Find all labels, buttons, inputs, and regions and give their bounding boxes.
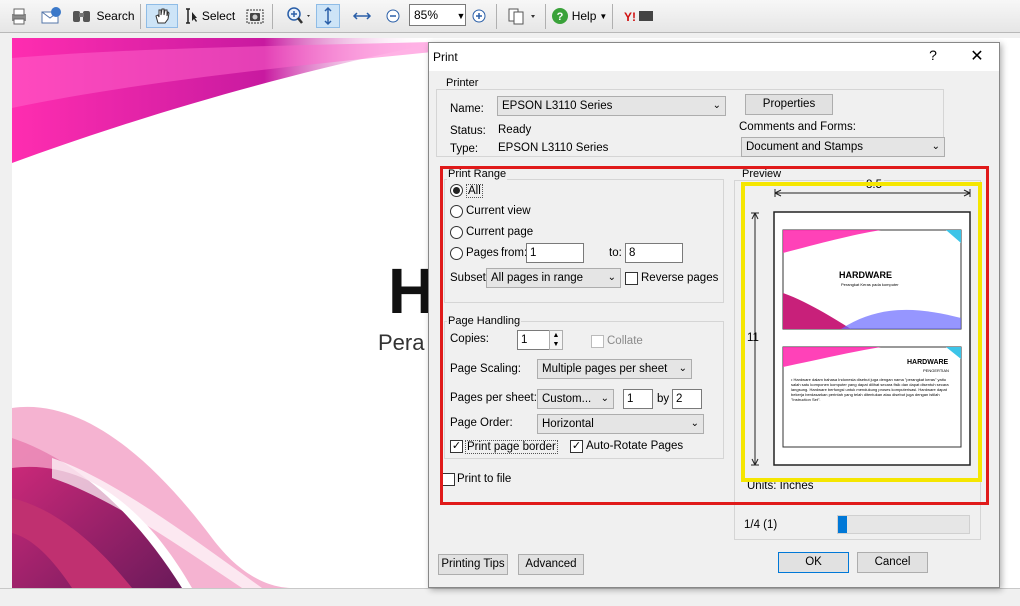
zoom-in-tool-button[interactable]: [282, 4, 316, 28]
main-toolbar: Search Select 85% ▼ ? Help ▼ Y!: [0, 0, 1020, 33]
svg-text:Y!: Y!: [624, 10, 636, 24]
dialog-help-button[interactable]: ?: [923, 47, 943, 67]
search-button[interactable]: Search: [70, 4, 136, 28]
printer-name-select[interactable]: EPSON L3110 Series ⌄: [497, 96, 726, 116]
select-tool-button[interactable]: Select: [180, 4, 238, 28]
hand-icon: [155, 8, 170, 24]
text-cursor-icon: [185, 8, 197, 24]
cancel-button[interactable]: Cancel: [857, 552, 928, 573]
dialog-close-button[interactable]: ✕: [963, 45, 991, 69]
fit-width-icon[interactable]: [350, 4, 374, 28]
svg-text:?: ?: [556, 11, 563, 23]
comments-forms-select[interactable]: Document and Stamps ⌄: [741, 137, 945, 157]
highlight-yellow-box: [741, 182, 982, 482]
help-icon: ?: [551, 8, 568, 24]
zoom-out-icon[interactable]: [383, 4, 403, 28]
printer-status-label: Status:: [450, 125, 486, 137]
snapshot-icon[interactable]: [242, 4, 268, 28]
comments-forms-label: Comments and Forms:: [739, 121, 856, 133]
search-label: Search: [96, 9, 135, 23]
select-label: Select: [201, 9, 236, 23]
comments-forms-value: Document and Stamps: [746, 141, 863, 153]
zoom-in-small-icon[interactable]: [469, 4, 489, 28]
dialog-title: Print: [433, 50, 458, 64]
yahoo-toolbar-icon[interactable]: Y!: [620, 4, 658, 28]
print-icon[interactable]: [6, 4, 32, 28]
page-slider-track[interactable]: [837, 515, 970, 534]
printer-type-value: EPSON L3110 Series: [498, 142, 609, 154]
zoom-dropdown-chevron-icon[interactable]: ▼: [455, 4, 467, 28]
fit-height-icon[interactable]: [316, 4, 340, 28]
page-slider-thumb[interactable]: [838, 516, 847, 533]
help-label: Help: [571, 9, 597, 23]
hand-tool-button[interactable]: [146, 4, 178, 28]
printer-group-label: Printer: [445, 77, 480, 89]
slide-subtitle: Pera: [378, 330, 425, 355]
email-icon[interactable]: [38, 4, 64, 28]
printer-name-value: EPSON L3110 Series: [502, 100, 613, 112]
printer-name-label: Name:: [450, 103, 484, 115]
printing-tips-button[interactable]: Printing Tips: [438, 554, 508, 575]
chevron-down-icon: ⌄: [712, 100, 721, 111]
page-counter: 1/4 (1): [744, 519, 778, 531]
page-layout-icon[interactable]: [504, 4, 540, 28]
properties-button[interactable]: Properties: [745, 94, 833, 115]
status-bar: [0, 588, 1020, 606]
binoculars-icon: [73, 11, 91, 22]
chevron-down-icon: ⌄: [931, 141, 940, 152]
help-dropdown-chevron-icon: ▼: [599, 11, 608, 21]
print-dialog: Print ? ✕ Printer Name: EPSON L3110 Seri…: [428, 42, 1000, 588]
ok-button[interactable]: OK: [778, 552, 849, 573]
dialog-titlebar: Print ? ✕: [429, 43, 999, 71]
advanced-button[interactable]: Advanced: [518, 554, 584, 575]
printer-status-value: Ready: [498, 124, 532, 136]
zoom-in-icon: [287, 7, 310, 24]
printer-type-label: Type:: [450, 143, 479, 155]
help-menu-button[interactable]: ? Help ▼: [550, 4, 608, 28]
